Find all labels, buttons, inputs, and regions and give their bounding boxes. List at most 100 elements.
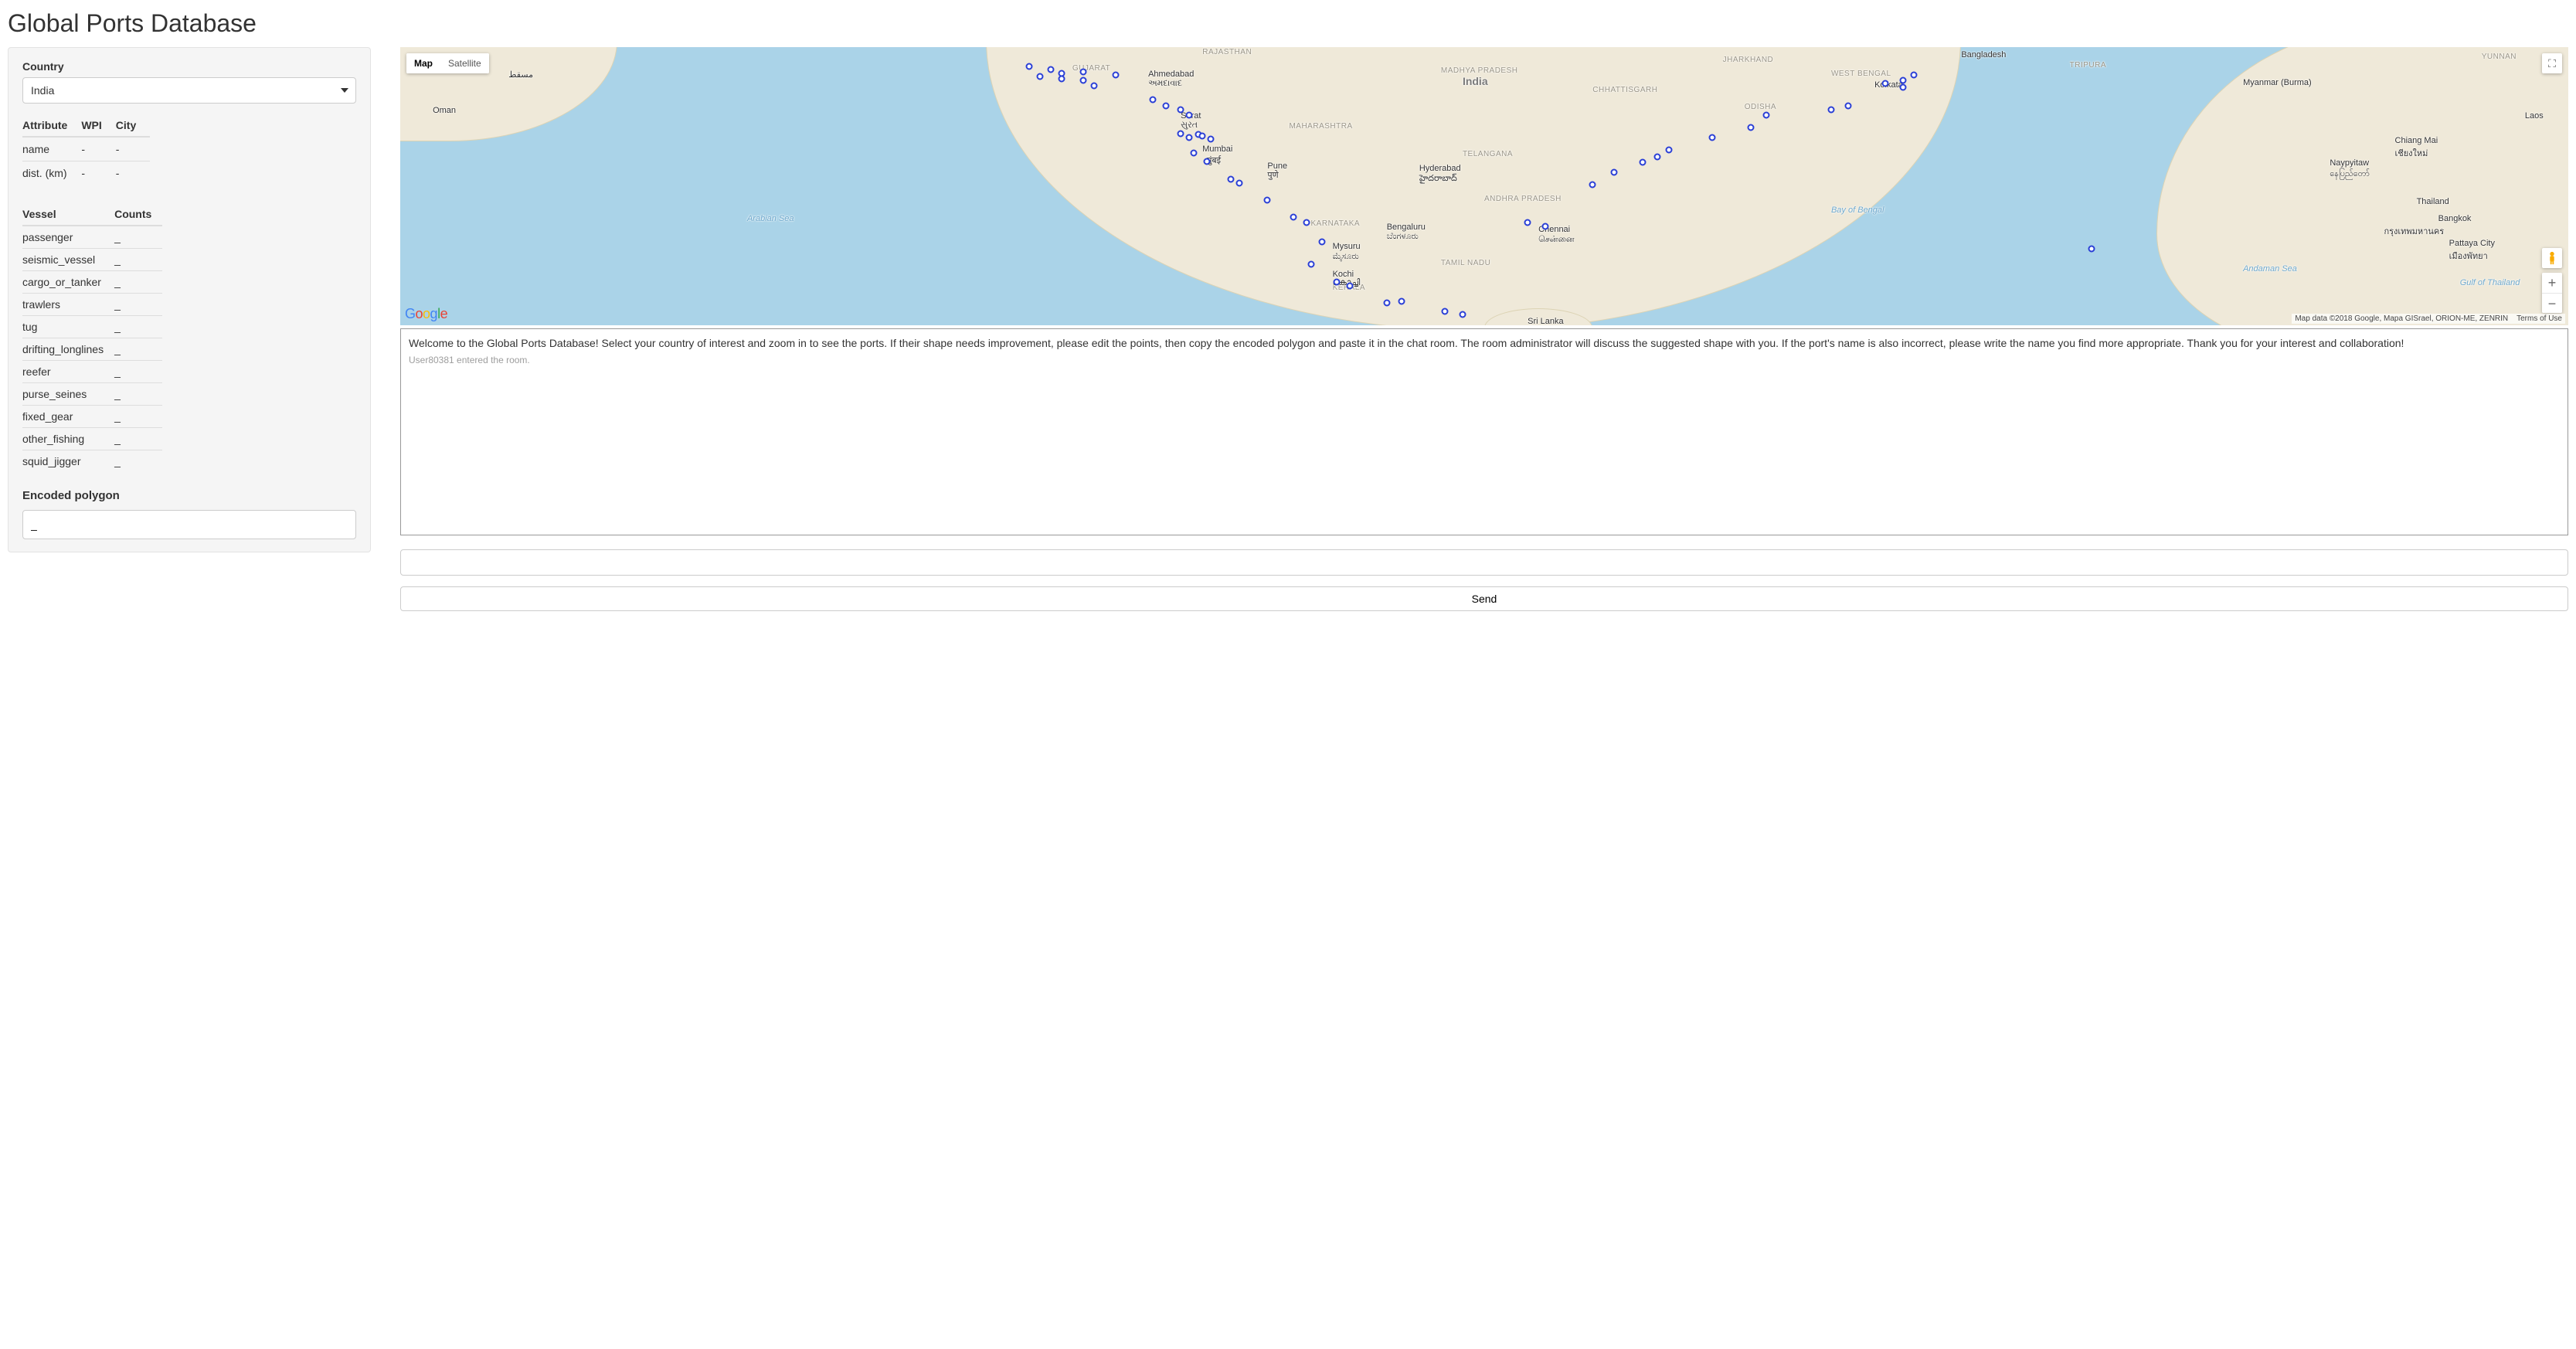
- port-marker[interactable]: [1025, 63, 1032, 70]
- table-row: dist. (km) - -: [22, 161, 150, 185]
- port-marker[interactable]: [1178, 130, 1184, 137]
- map-label: Oman: [433, 106, 456, 115]
- map-label: સુરત: [1181, 121, 1198, 131]
- map[interactable]: Map Satellite ⛶ + − IndiaOmanBangladeshM…: [400, 47, 2568, 325]
- plus-icon: +: [2548, 275, 2557, 291]
- port-marker[interactable]: [1190, 149, 1197, 156]
- port-marker[interactable]: [1199, 133, 1206, 140]
- map-label: WEST BENGAL: [1831, 70, 1891, 78]
- port-marker[interactable]: [1227, 176, 1234, 183]
- port-marker[interactable]: [1264, 197, 1271, 204]
- port-marker[interactable]: [1208, 135, 1215, 142]
- map-label: சென்னை: [1538, 235, 1574, 246]
- map-label: Laos: [2525, 111, 2544, 121]
- port-marker[interactable]: [1899, 84, 1906, 91]
- port-marker[interactable]: [1442, 308, 1449, 315]
- port-marker[interactable]: [1827, 107, 1834, 114]
- port-marker[interactable]: [1708, 134, 1715, 141]
- map-label: ಬೆಂಗಳೂರು: [1387, 232, 1419, 242]
- map-type-map[interactable]: Map: [406, 53, 440, 73]
- port-marker[interactable]: [1090, 83, 1097, 90]
- attr-header-attribute: Attribute: [22, 114, 81, 137]
- port-marker[interactable]: [1524, 219, 1531, 226]
- port-marker[interactable]: [1762, 112, 1769, 119]
- port-marker[interactable]: [1047, 66, 1054, 73]
- map-label: နေပြည်တော်: [2330, 168, 2370, 181]
- port-marker[interactable]: [1398, 298, 1405, 305]
- port-marker[interactable]: [1639, 159, 1646, 166]
- port-marker[interactable]: [1748, 124, 1755, 131]
- port-marker[interactable]: [1036, 73, 1043, 80]
- port-marker[interactable]: [1162, 102, 1169, 109]
- terms-link[interactable]: Terms of Use: [2517, 314, 2562, 323]
- map-label: TAMIL NADU: [1441, 259, 1490, 267]
- chat-welcome: Welcome to the Global Ports Database! Se…: [409, 335, 2560, 351]
- map-type-satellite[interactable]: Satellite: [440, 53, 489, 73]
- port-marker[interactable]: [1079, 69, 1086, 76]
- zoom-in-button[interactable]: +: [2542, 273, 2562, 293]
- attr-header-city: City: [116, 114, 150, 137]
- country-select-value[interactable]: India: [22, 77, 356, 104]
- port-marker[interactable]: [2088, 246, 2095, 253]
- port-marker[interactable]: [1303, 219, 1310, 226]
- port-marker[interactable]: [1149, 97, 1156, 104]
- map-label: JHARKHAND: [1723, 56, 1774, 64]
- map-label: Myanmar (Burma): [2243, 78, 2312, 87]
- port-marker[interactable]: [1589, 182, 1596, 189]
- table-row: cargo_or_tanker_: [22, 271, 162, 294]
- port-marker[interactable]: [1186, 112, 1193, 119]
- port-marker[interactable]: [1290, 213, 1297, 220]
- table-row: fixed_gear_: [22, 406, 162, 428]
- main-column: Map Satellite ⛶ + − IndiaOmanBangladeshM…: [400, 47, 2568, 611]
- port-marker[interactable]: [1383, 300, 1390, 307]
- map-label: Naypyitaw: [2330, 158, 2369, 168]
- port-marker[interactable]: [1112, 72, 1119, 79]
- port-marker[interactable]: [1611, 169, 1618, 176]
- send-button[interactable]: Send: [400, 586, 2568, 611]
- chat-system-msg: User80381 entered the room.: [409, 354, 2560, 367]
- map-label: YUNNAN: [2482, 53, 2517, 61]
- map-label: เมืองพัทยา: [2449, 249, 2488, 263]
- port-marker[interactable]: [1178, 107, 1184, 114]
- port-marker[interactable]: [1186, 134, 1193, 141]
- port-marker[interactable]: [1459, 311, 1466, 318]
- port-marker[interactable]: [1318, 239, 1325, 246]
- port-marker[interactable]: [1307, 260, 1314, 267]
- map-label: Bangladesh: [1961, 50, 2006, 59]
- fullscreen-icon: ⛶: [2548, 57, 2556, 70]
- table-row: purse_seines_: [22, 383, 162, 406]
- map-label: เชียงใหม่: [2395, 146, 2428, 160]
- port-marker[interactable]: [1899, 77, 1906, 84]
- port-marker[interactable]: [1334, 279, 1341, 286]
- map-label: مسقط: [508, 70, 533, 80]
- port-marker[interactable]: [1347, 282, 1354, 289]
- streetview-pegman[interactable]: [2542, 248, 2562, 268]
- map-label: Arabian Sea: [747, 214, 794, 223]
- port-marker[interactable]: [1203, 158, 1210, 165]
- port-marker[interactable]: [1665, 147, 1672, 154]
- port-marker[interactable]: [1058, 76, 1065, 83]
- map-label: MAHARASHTRA: [1289, 122, 1352, 131]
- google-logo: Google: [405, 306, 447, 322]
- fullscreen-button[interactable]: ⛶: [2542, 53, 2562, 73]
- map-label: Mumbai: [1202, 144, 1232, 154]
- zoom-out-button[interactable]: −: [2542, 293, 2562, 313]
- map-label: Bengaluru: [1387, 223, 1426, 232]
- port-marker[interactable]: [1882, 80, 1889, 87]
- port-marker[interactable]: [1079, 77, 1086, 84]
- table-row: name - -: [22, 137, 150, 161]
- zoom-controls: + −: [2542, 273, 2562, 313]
- page-title: Global Ports Database: [8, 9, 2568, 38]
- polygon-input[interactable]: [22, 510, 356, 539]
- port-marker[interactable]: [1541, 223, 1548, 230]
- port-marker[interactable]: [1235, 180, 1242, 187]
- port-marker[interactable]: [1845, 102, 1852, 109]
- port-marker[interactable]: [1910, 72, 1917, 79]
- polygon-label: Encoded polygon: [22, 489, 356, 502]
- table-row: other_fishing_: [22, 428, 162, 450]
- port-marker[interactable]: [1654, 154, 1661, 161]
- chat-input[interactable]: [400, 549, 2568, 576]
- map-type-tabs: Map Satellite: [406, 53, 489, 73]
- map-label: GUJARAT: [1072, 64, 1110, 73]
- country-select[interactable]: India: [22, 77, 356, 104]
